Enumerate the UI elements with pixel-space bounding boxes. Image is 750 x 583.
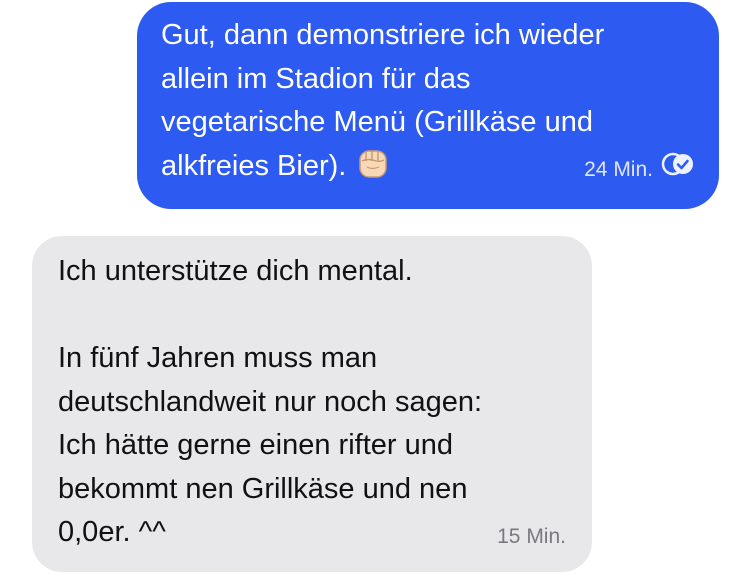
outgoing-message-bubble[interactable]: Gut, dann demonstriere ich wieder allein… (137, 2, 719, 209)
incoming-message-text: Ich unterstütze dich mental. In fünf Jah… (58, 255, 483, 548)
incoming-message-meta: 15 Min. (497, 515, 566, 559)
incoming-message-time: 15 Min. (497, 524, 566, 548)
outgoing-message-time: 24 Min. (584, 157, 653, 181)
chat-thread: Gut, dann demonstriere ich wieder allein… (0, 0, 750, 583)
outgoing-message-meta: 24 Min. (584, 148, 695, 192)
read-receipt-icon (661, 148, 695, 192)
raised-fist-icon (356, 145, 390, 195)
incoming-message-bubble[interactable]: Ich unterstütze dich mental. In fünf Jah… (32, 236, 592, 572)
